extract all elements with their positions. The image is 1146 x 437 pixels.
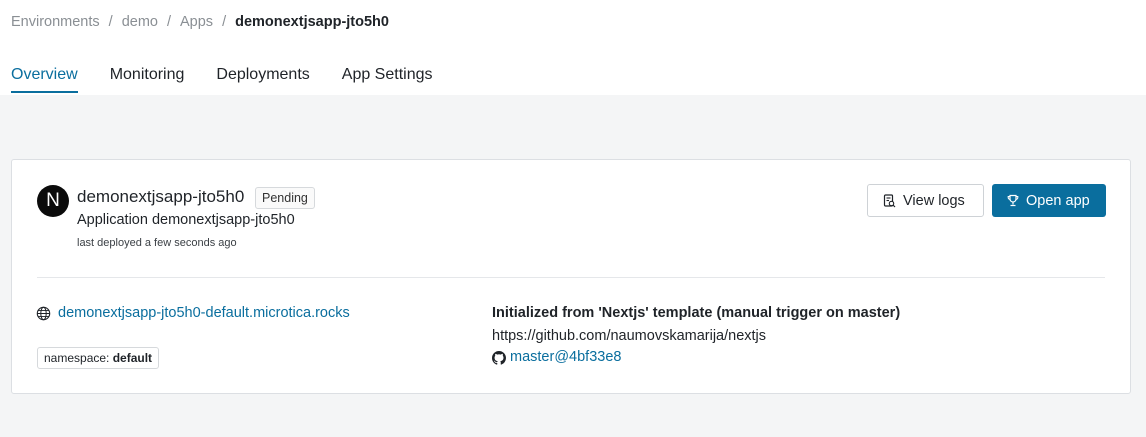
breadcrumb-demo[interactable]: demo bbox=[122, 14, 158, 30]
github-icon bbox=[492, 351, 506, 365]
app-domain-link[interactable]: demonextjsapp-jto5h0-default.microtica.r… bbox=[58, 305, 350, 321]
commit-link[interactable]: master@4bf33e8 bbox=[510, 349, 621, 365]
open-app-label: Open app bbox=[1026, 192, 1090, 209]
breadcrumb: Environments / demo / Apps / demonextjsa… bbox=[11, 14, 389, 30]
tab-overview[interactable]: Overview bbox=[11, 58, 78, 93]
tab-bar: Overview Monitoring Deployments App Sett… bbox=[11, 58, 465, 93]
namespace-badge: namespace: default bbox=[37, 347, 160, 369]
tab-deployments[interactable]: Deployments bbox=[216, 58, 309, 93]
breadcrumb-separator: / bbox=[166, 14, 171, 30]
logs-icon bbox=[883, 193, 896, 207]
tab-monitoring[interactable]: Monitoring bbox=[110, 58, 185, 93]
open-app-button[interactable]: Open app bbox=[992, 184, 1106, 217]
breadcrumb-current: demonextjsapp-jto5h0 bbox=[235, 14, 389, 30]
view-logs-label: View logs bbox=[903, 192, 965, 209]
trophy-icon bbox=[1007, 194, 1019, 207]
app-description: Application demonextjsapp-jto5h0 bbox=[77, 212, 295, 228]
template-init-title: Initialized from 'Nextjs' template (manu… bbox=[492, 305, 901, 321]
app-name: demonextjsapp-jto5h0 bbox=[77, 187, 245, 206]
namespace-label: namespace: bbox=[44, 351, 110, 365]
breadcrumb-separator: / bbox=[222, 14, 227, 30]
app-overview-card: N demonextjsapp-jto5h0 Pending Applicati… bbox=[11, 159, 1131, 394]
breadcrumb-environments[interactable]: Environments bbox=[11, 14, 100, 30]
namespace-value: default bbox=[112, 351, 153, 365]
breadcrumb-apps[interactable]: Apps bbox=[180, 14, 213, 30]
nextjs-logo: N bbox=[37, 185, 69, 217]
globe-icon bbox=[36, 306, 51, 321]
repository-url: https://github.com/naumovskamarija/nextj… bbox=[492, 328, 767, 344]
last-deployed-text: last deployed a few seconds ago bbox=[77, 237, 237, 249]
tab-app-settings[interactable]: App Settings bbox=[342, 58, 433, 93]
breadcrumb-separator: / bbox=[108, 14, 113, 30]
view-logs-button[interactable]: View logs bbox=[867, 184, 984, 217]
section-divider bbox=[37, 277, 1105, 278]
status-badge: Pending bbox=[255, 187, 315, 209]
page-header: Environments / demo / Apps / demonextjsa… bbox=[0, 0, 1146, 95]
